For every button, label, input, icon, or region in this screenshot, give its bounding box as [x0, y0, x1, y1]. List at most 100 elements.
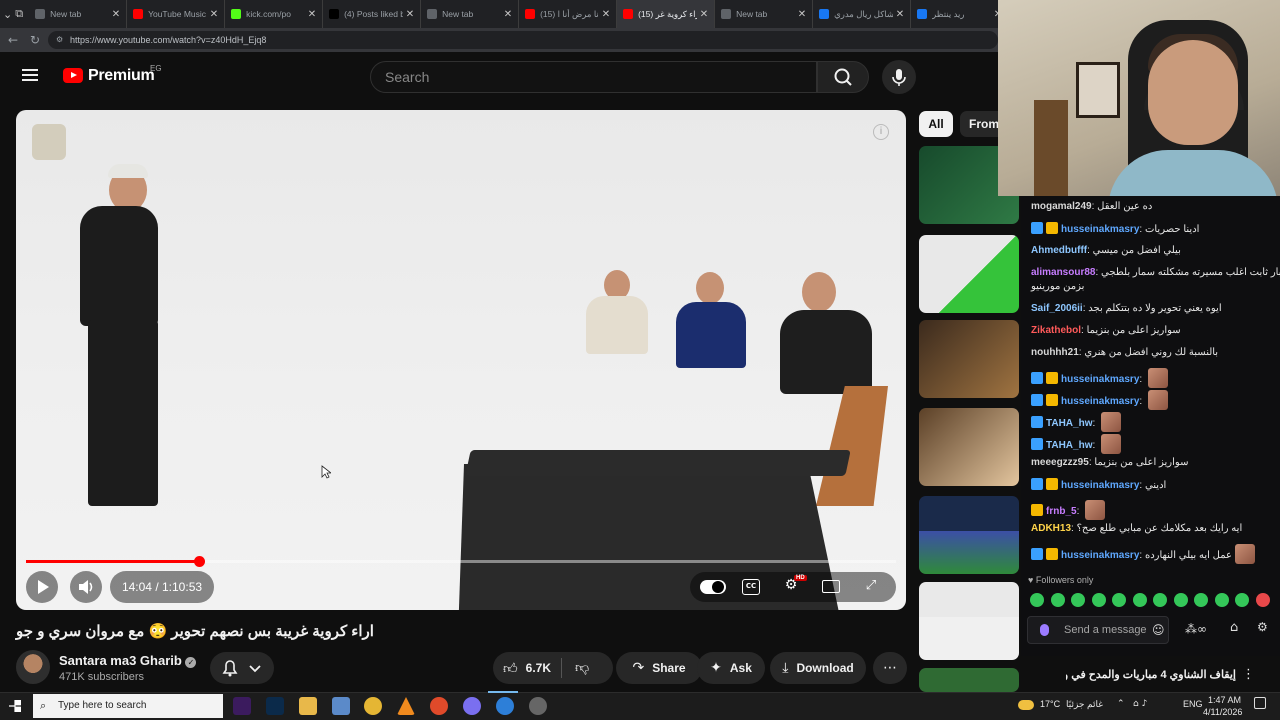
chat-users-icon[interactable]: ⁂∞ — [1185, 622, 1207, 636]
browser-tab[interactable]: kick.com/po ✕ — [225, 0, 324, 28]
quick-emote-icon[interactable] — [1173, 593, 1188, 607]
search-input[interactable]: Search — [370, 61, 817, 93]
tab-close-icon[interactable]: ✕ — [308, 9, 316, 20]
language-indicator[interactable]: ENG — [1183, 699, 1203, 709]
quick-emote-icon[interactable] — [1153, 593, 1167, 607]
chat-username[interactable]: husseinakmasry — [1061, 374, 1139, 385]
tab-close-icon[interactable]: ✕ — [602, 9, 610, 20]
clock-date[interactable]: 4/11/2026 — [1203, 707, 1242, 717]
related-video-thumbnail[interactable] — [919, 320, 1019, 398]
chat-username[interactable]: Saif_2006ii — [1031, 303, 1083, 314]
search-button[interactable] — [817, 61, 869, 93]
related-video-thumbnail[interactable] — [919, 408, 1019, 486]
download-button[interactable]: ⤓ Download — [770, 652, 866, 684]
share-button[interactable]: ↷ Share — [616, 652, 702, 684]
chat-username[interactable]: nouhhh21 — [1031, 347, 1079, 358]
fullscreen-icon[interactable]: ⤢ — [862, 578, 880, 594]
tab-search-chevron-icon[interactable]: ⌄ — [3, 3, 12, 25]
quick-emote-icon[interactable] — [1112, 593, 1126, 607]
like-button[interactable]: 👍︎ 6.7K 👎︎ — [493, 652, 613, 684]
browser-tab[interactable]: (4) Posts liked by✕ — [323, 0, 422, 28]
obs-icon[interactable] — [529, 697, 547, 715]
thumbs-down-icon[interactable]: 👎︎ — [575, 659, 589, 676]
channel-watermark[interactable] — [32, 124, 66, 160]
mute-button[interactable] — [70, 571, 102, 603]
chat-username[interactable]: mogamal249 — [1031, 201, 1092, 212]
site-info-icon[interactable]: ⚙ — [56, 31, 63, 49]
related-video-thumbnail[interactable] — [919, 668, 1019, 692]
reload-icon[interactable]: ↻ — [27, 32, 43, 48]
browser-tab[interactable]: مشاكل ريال مدري ✕ — [813, 0, 912, 28]
youtube-logo-icon[interactable] — [63, 68, 83, 83]
tray-chevron-icon[interactable]: ⌃ — [1117, 699, 1125, 709]
brave-icon[interactable] — [430, 697, 448, 715]
weather-icon[interactable] — [1018, 700, 1034, 710]
notification-center-icon[interactable] — [1254, 697, 1266, 709]
taskbar-search-input[interactable]: ⌕ Type here to search — [33, 694, 223, 718]
chat-username[interactable]: husseinakmasry — [1061, 550, 1139, 561]
play-button[interactable] — [26, 571, 58, 603]
chat-username[interactable]: alimansour88 — [1031, 267, 1095, 278]
browser-tab[interactable]: New tab ✕ — [29, 0, 128, 28]
chat-username[interactable]: ADKH13 — [1031, 523, 1071, 534]
voice-search-button[interactable] — [882, 60, 916, 94]
chat-username[interactable]: frnb_5 — [1046, 506, 1077, 517]
chip-all[interactable]: All — [919, 111, 953, 137]
chat-username[interactable]: TAHA_hw — [1046, 418, 1092, 429]
back-arrow-icon[interactable]: ← — [5, 32, 21, 48]
tab-close-icon[interactable]: ✕ — [112, 9, 120, 20]
chat-username[interactable]: TAHA_hw — [1046, 440, 1092, 451]
video-menu-icon[interactable]: ⋮ — [1242, 667, 1255, 682]
network-icon[interactable]: ⌂ ♪ — [1133, 699, 1147, 709]
tab-close-icon[interactable]: ✕ — [896, 9, 904, 20]
discord-icon[interactable] — [463, 697, 481, 715]
chat-message-input[interactable]: Send a message ☺ — [1027, 616, 1169, 644]
chat-username[interactable]: meeegzzz95 — [1031, 457, 1089, 468]
quick-emote-icon[interactable] — [1071, 593, 1085, 607]
related-video-thumbnail[interactable] — [919, 235, 1019, 313]
channel-name-text[interactable]: Santara ma3 Gharib — [59, 653, 182, 668]
browser-tab[interactable]: (15) اراء كروية غر✕ — [617, 0, 716, 28]
weather-text[interactable]: غائم جزئيًا — [1066, 699, 1103, 710]
browser-tab[interactable]: ريد ينتظر✕ — [911, 0, 1010, 28]
emoji-icon[interactable]: ☺ — [1152, 617, 1165, 643]
quick-emote-icon[interactable] — [1214, 593, 1229, 607]
chat-username[interactable]: husseinakmasry — [1061, 480, 1139, 491]
photoshop-icon[interactable] — [266, 697, 284, 715]
browser-tab[interactable]: New tab ✕ — [421, 0, 520, 28]
chat-username[interactable]: Ahmedbufff — [1031, 245, 1087, 256]
clock-time[interactable]: 1:47 AM — [1207, 695, 1241, 705]
chat-username[interactable]: husseinakmasry — [1061, 396, 1139, 407]
logo-text[interactable]: Premium — [88, 67, 155, 85]
subtitles-icon[interactable]: CC — [742, 579, 760, 595]
related-video-thumbnail[interactable] — [919, 582, 1019, 660]
channel-avatar[interactable] — [16, 650, 50, 684]
browser-tab[interactable]: (15) أنا مرض أنا ا...✕ — [519, 0, 618, 28]
tab-close-icon[interactable]: ✕ — [504, 9, 512, 20]
autoplay-toggle[interactable] — [700, 580, 726, 594]
tab-close-icon[interactable]: ✕ — [210, 9, 218, 20]
quick-emote-icon[interactable] — [1050, 593, 1065, 607]
chat-store-icon[interactable]: ⌂ — [1230, 620, 1238, 635]
info-icon[interactable]: i — [873, 124, 889, 140]
browser-tab[interactable]: New tab ✕ — [715, 0, 814, 28]
more-actions-button[interactable]: ⋯ — [873, 652, 907, 684]
browser-tab[interactable]: YouTube Music ✕ — [127, 0, 226, 28]
quick-emote-icon[interactable] — [1255, 593, 1270, 607]
related-video-title[interactable]: إيقاف الشناوي 4 مباريات والمدح في وفا و — [1066, 668, 1236, 681]
theater-mode-icon[interactable] — [822, 580, 840, 593]
tab-close-icon[interactable]: ✕ — [798, 9, 806, 20]
notification-bell-button[interactable] — [210, 652, 274, 684]
related-video-thumbnail[interactable] — [919, 496, 1019, 574]
channel-name[interactable]: Santara ma3 Gharib ✓ — [59, 653, 197, 668]
tab-actions-icon[interactable]: ⧉ — [15, 3, 23, 25]
chat-username[interactable]: husseinakmasry — [1061, 224, 1139, 235]
tab-close-icon[interactable]: ✕ — [406, 9, 414, 20]
edge-icon[interactable] — [496, 697, 514, 715]
ask-button[interactable]: ✦ Ask — [697, 652, 765, 684]
weather-temp[interactable]: 17°C — [1040, 699, 1060, 709]
video-player[interactable]: i — [16, 110, 906, 610]
chat-username[interactable]: Zikathebol — [1031, 325, 1081, 336]
tab-close-icon[interactable]: ✕ — [700, 9, 708, 20]
quick-emote-icon[interactable] — [1091, 593, 1106, 607]
